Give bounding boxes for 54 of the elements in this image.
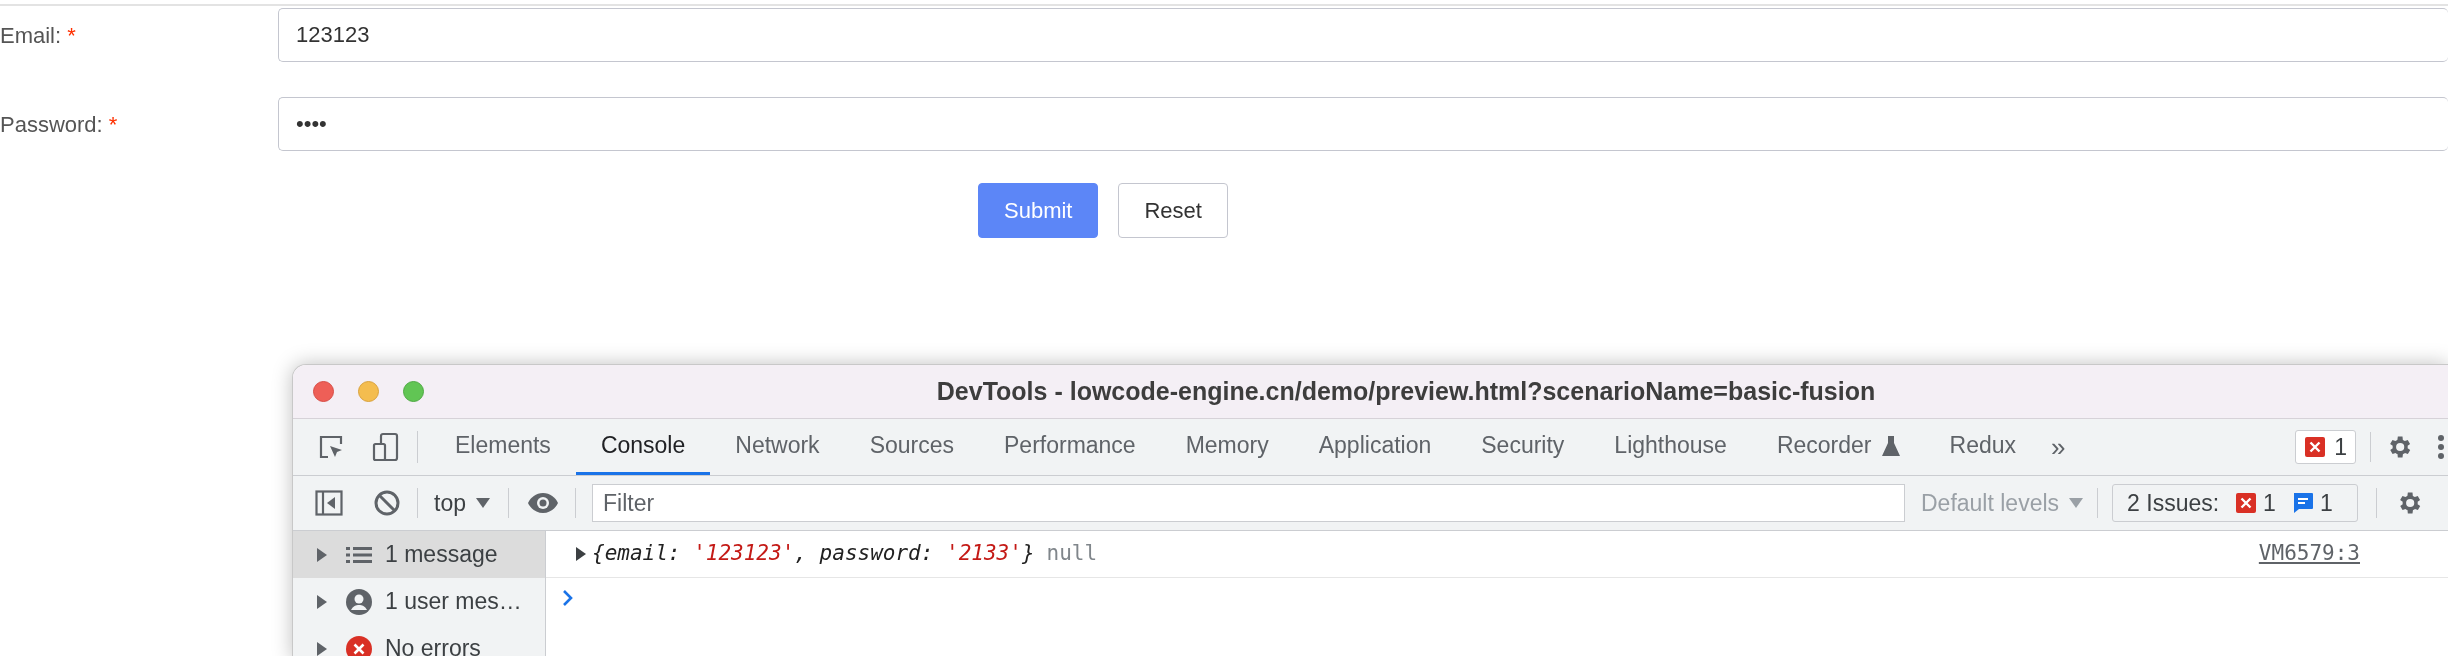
error-icon xyxy=(2235,492,2258,514)
dropdown-caret-icon xyxy=(2069,498,2084,508)
prompt-chevron-icon[interactable] xyxy=(562,589,574,607)
sidebar-item[interactable]: 1 message xyxy=(293,531,545,578)
submit-button[interactable]: Submit xyxy=(978,183,1099,238)
source-link[interactable]: VM6579:3 xyxy=(2258,538,2360,570)
devtools-tab[interactable]: Memory xyxy=(1160,419,1294,475)
expand-arrow-icon xyxy=(317,641,327,656)
issues-label: 2 Issues: xyxy=(2127,488,2220,518)
flask-icon xyxy=(1881,434,1900,457)
log-message: {email: '123123', password: '2133'} null xyxy=(592,540,1098,568)
field-label: Email: xyxy=(0,21,62,50)
sidebar-item[interactable]: 1 user mes… xyxy=(293,578,545,625)
expand-arrow-icon xyxy=(317,547,327,562)
error-icon xyxy=(2304,436,2327,458)
devtools-tab[interactable]: Elements xyxy=(430,419,576,475)
input-field[interactable]: 123123 xyxy=(278,8,2448,62)
issue-count: 1 xyxy=(2319,488,2333,518)
reset-button[interactable]: Reset xyxy=(1118,183,1228,238)
devtools-tab[interactable]: Recorder xyxy=(1751,419,1925,475)
dropdown-caret-icon xyxy=(476,498,490,508)
devtools-tab[interactable]: Sources xyxy=(844,419,979,475)
error-count: 1 xyxy=(2334,432,2347,462)
eye-icon[interactable] xyxy=(527,492,559,514)
sidebar-toggle-icon[interactable] xyxy=(315,490,343,516)
user-icon xyxy=(346,588,372,615)
devtools-tab[interactable]: Network xyxy=(710,419,845,475)
more-tabs-button[interactable]: » xyxy=(2041,419,2066,475)
devtools-tab[interactable]: Performance xyxy=(979,419,1161,475)
devtools-tab[interactable]: Lighthouse xyxy=(1589,419,1752,475)
message-icon xyxy=(2291,492,2314,514)
list-icon xyxy=(346,545,372,564)
devtools-tab[interactable]: Security xyxy=(1456,419,1590,475)
error-icon xyxy=(346,635,372,656)
input-field[interactable]: •••• xyxy=(278,97,2448,151)
issue-count: 1 xyxy=(2263,488,2276,518)
inspect-icon[interactable] xyxy=(317,433,345,461)
required-mark: * xyxy=(67,21,76,50)
error-count-badge[interactable]: 1 xyxy=(2295,430,2356,464)
device-icon[interactable] xyxy=(371,432,401,462)
devtools-tab[interactable]: Redux xyxy=(1924,419,2041,475)
sidebar-item[interactable]: No errors xyxy=(293,625,545,656)
expand-arrow-icon xyxy=(317,594,327,609)
expand-arrow-icon[interactable] xyxy=(576,547,586,561)
field-label: Password: xyxy=(0,110,103,139)
clear-console-icon[interactable] xyxy=(373,489,401,517)
close-button[interactable] xyxy=(313,381,334,402)
issues-button[interactable]: 2 Issues: 1 1 xyxy=(2112,484,2358,522)
context-dropdown[interactable]: top xyxy=(434,485,490,521)
filter-field[interactable]: Filter xyxy=(592,484,1905,522)
window-title: DevTools - lowcode-engine.cn/demo/preview.html?scenarioName=basic-fusion xyxy=(936,375,1876,407)
devtools-tab[interactable]: Application xyxy=(1293,419,1457,475)
more-options-icon[interactable] xyxy=(2437,433,2445,461)
required-mark: * xyxy=(108,110,118,139)
